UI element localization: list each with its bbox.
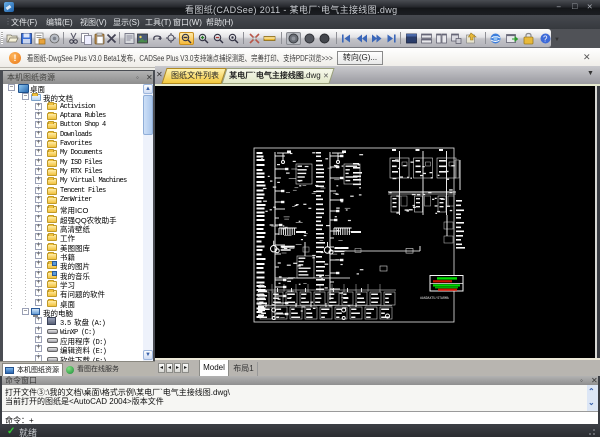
svg-text:#ANDAXTU/STARMA: #ANDAXTU/STARMA — [420, 296, 449, 300]
svg-text:?: ? — [543, 35, 548, 44]
